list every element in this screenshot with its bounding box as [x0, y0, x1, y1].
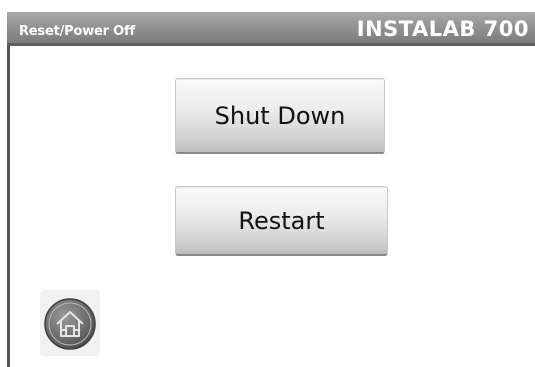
reset-power-off-screen: Reset/Power Off INSTALAB 700 Shut Down R…	[0, 0, 535, 367]
title-bar: Reset/Power Off INSTALAB 700	[7, 12, 535, 46]
home-icon	[44, 298, 96, 350]
left-border-rule	[7, 46, 10, 367]
shut-down-button[interactable]: Shut Down	[175, 78, 385, 154]
home-button[interactable]	[40, 290, 100, 356]
restart-button[interactable]: Restart	[175, 186, 388, 256]
device-name: INSTALAB 700	[356, 17, 529, 41]
screen-title: Reset/Power Off	[19, 24, 135, 39]
